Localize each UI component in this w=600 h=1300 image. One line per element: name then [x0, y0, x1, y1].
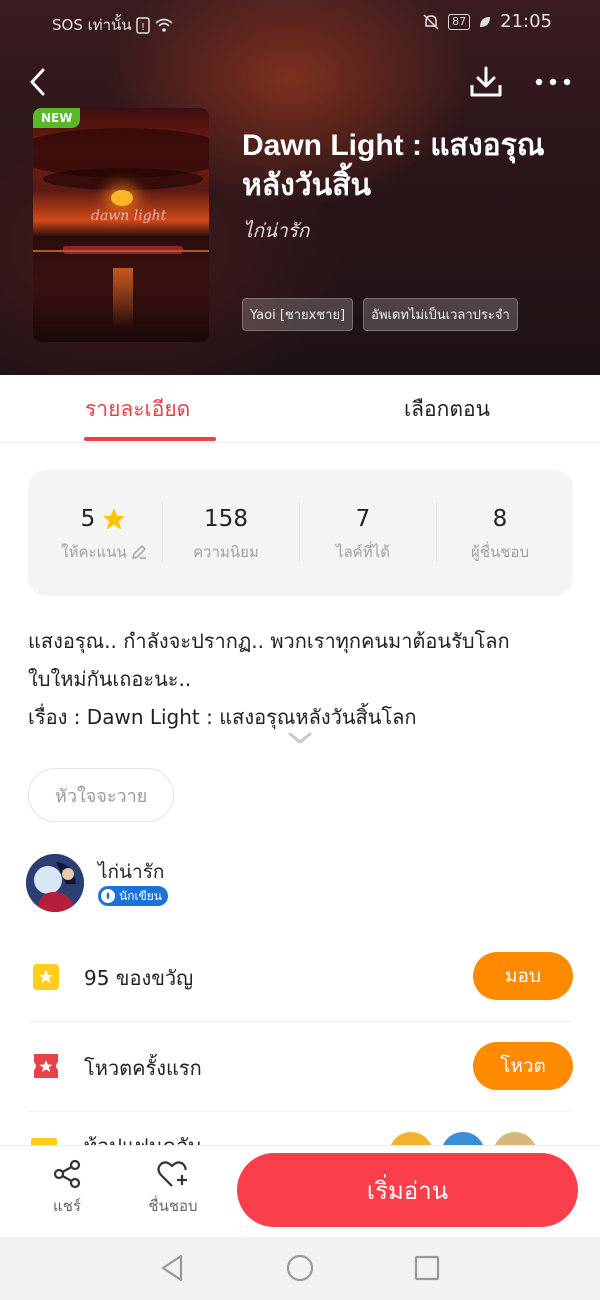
row-divider [28, 1111, 573, 1112]
status-bar: SOS เท่านั้น ! 87 21:05 [0, 0, 600, 46]
mute-bell-icon [422, 13, 440, 31]
cover-thai-title [63, 246, 183, 254]
top-fans-label: ท้อปแฟนคลับ [84, 1134, 201, 1146]
system-back-button[interactable] [157, 1253, 187, 1283]
cover-sun [111, 190, 133, 206]
system-home-button[interactable] [285, 1253, 315, 1283]
start-reading-button[interactable]: เริ่มอ่าน [237, 1153, 578, 1227]
download-icon [470, 66, 502, 97]
give-gift-button[interactable]: มอบ [473, 952, 573, 1000]
more-dots-icon [535, 78, 571, 86]
svg-text:!: ! [141, 22, 145, 33]
cover-script-text: dawn light [91, 208, 167, 224]
stat-likes-label: ไลค์ที่ได้ [336, 543, 390, 561]
vote-ticket-icon [34, 1054, 58, 1078]
tab-episodes[interactable]: เลือกตอน [404, 393, 490, 426]
cover-cloud [43, 168, 203, 190]
triangle-back-icon [161, 1254, 183, 1282]
author-avatar[interactable] [26, 854, 84, 912]
stat-likes-value: 7 [355, 506, 371, 532]
stat-rating[interactable]: 5 ให้คะแนน [36, 506, 172, 564]
stat-rating-value: 5 [80, 506, 96, 532]
bottom-action-bar: แชร์ ชื่นชอบ เริ่มอ่าน [0, 1145, 600, 1237]
book-title: Dawn Light : แสงอรุณหลังวันสิ้น [242, 129, 545, 202]
stat-popularity-value: 158 [204, 506, 248, 532]
gift-icon [33, 964, 59, 990]
stat-rating-label: ให้คะแนน [61, 543, 127, 561]
tab-active-indicator [84, 437, 216, 441]
vote-row: โหวตครั้งแรก โหวต [28, 1022, 573, 1112]
square-recents-icon [414, 1255, 440, 1281]
tab-details[interactable]: รายละเอียด [85, 393, 190, 426]
stat-popularity: 158 ความนิยม [158, 506, 294, 564]
vote-button[interactable]: โหวต [473, 1042, 573, 1090]
wifi-icon [154, 17, 174, 33]
gift-count-label: 95 ของขวัญ [84, 966, 194, 990]
share-icon [53, 1159, 81, 1189]
download-button[interactable] [466, 62, 506, 102]
stat-fans-value: 8 [492, 506, 508, 532]
book-author[interactable]: ไก่น่ารัก [243, 216, 309, 246]
status-left: SOS เท่านั้น ! [52, 13, 174, 37]
more-options-button[interactable] [533, 62, 573, 102]
chevron-left-icon [30, 68, 45, 96]
fan-avatar [389, 1132, 433, 1146]
stat-fans-label: ผู้ชื่นชอบ [471, 543, 529, 561]
gift-row: 95 ของขวัญ มอบ [28, 932, 573, 1022]
first-vote-label: โหวตครั้งแรก [84, 1056, 202, 1080]
circle-home-icon [286, 1254, 314, 1282]
book-cover[interactable]: dawn light [33, 108, 209, 342]
book-header: SOS เท่านั้น ! 87 21:05 dawn light NEW D… [0, 0, 600, 375]
system-recents-button[interactable] [412, 1253, 442, 1283]
stat-fans: 8 ผู้ชื่นชอบ [432, 506, 568, 564]
star-icon [103, 508, 126, 530]
tab-bar: รายละเอียด เลือกตอน [0, 375, 600, 443]
clock-text: 21:05 [500, 11, 552, 32]
synopsis-line: แสงอรุณ.. กำลังจะปรากฏ.. พวกเราทุกคนมาต้… [28, 629, 510, 653]
tag-list: Yaoi [ชายxชาย] อัพเดทไม่เป็นเวลาประจำ [242, 298, 518, 331]
stat-popularity-label: ความนิยม [193, 543, 259, 561]
quill-icon [101, 889, 115, 903]
share-label: แชร์ [53, 1197, 81, 1215]
battery-level: 87 [448, 13, 471, 30]
leaf-icon [478, 15, 492, 29]
new-badge: NEW [33, 108, 81, 128]
cover-reflection [113, 268, 133, 328]
back-button[interactable] [18, 62, 58, 102]
carrier-text: SOS เท่านั้น [52, 16, 132, 34]
stats-card: 5 ให้คะแนน 158 ความนิยม 7 ไลค์ที่ได้ 8 ผ… [28, 470, 573, 596]
fan-avatars [389, 1132, 537, 1146]
expand-synopsis-button[interactable] [287, 730, 313, 746]
writer-badge: นักเขียน [98, 886, 169, 906]
synopsis: แสงอรุณ.. กำลังจะปรากฏ.. พวกเราทุกคนมาต้… [28, 622, 573, 736]
tag-genre[interactable]: Yaoi [ชายxชาย] [242, 298, 354, 331]
share-button[interactable]: แชร์ [32, 1158, 102, 1218]
reaction-chip[interactable]: หัวใจจะวาย [28, 768, 175, 822]
fan-avatar [441, 1132, 485, 1146]
favorite-button[interactable]: ชื่นชอบ [138, 1158, 208, 1218]
synopsis-line: ใบใหม่กันเถอะนะ.. [28, 667, 192, 691]
top-fans-row[interactable]: ท้อปแฟนคลับ [28, 1130, 573, 1146]
tag-update-schedule[interactable]: อัพเดทไม่เป็นเวลาประจำ [363, 298, 518, 331]
system-nav-bar [0, 1237, 600, 1300]
status-right: 87 21:05 [422, 11, 552, 32]
writer-badge-label: นักเขียน [119, 888, 163, 903]
chevron-down-icon [288, 732, 312, 744]
favorite-label: ชื่นชอบ [148, 1197, 198, 1215]
stat-likes: 7 ไลค์ที่ได้ [295, 506, 431, 564]
author-row-name[interactable]: ไก่น่ารัก [98, 857, 164, 887]
fan-avatar [493, 1132, 537, 1146]
sim-alert-icon: ! [135, 16, 150, 34]
heart-plus-icon [157, 1161, 187, 1187]
pencil-icon [131, 545, 146, 559]
